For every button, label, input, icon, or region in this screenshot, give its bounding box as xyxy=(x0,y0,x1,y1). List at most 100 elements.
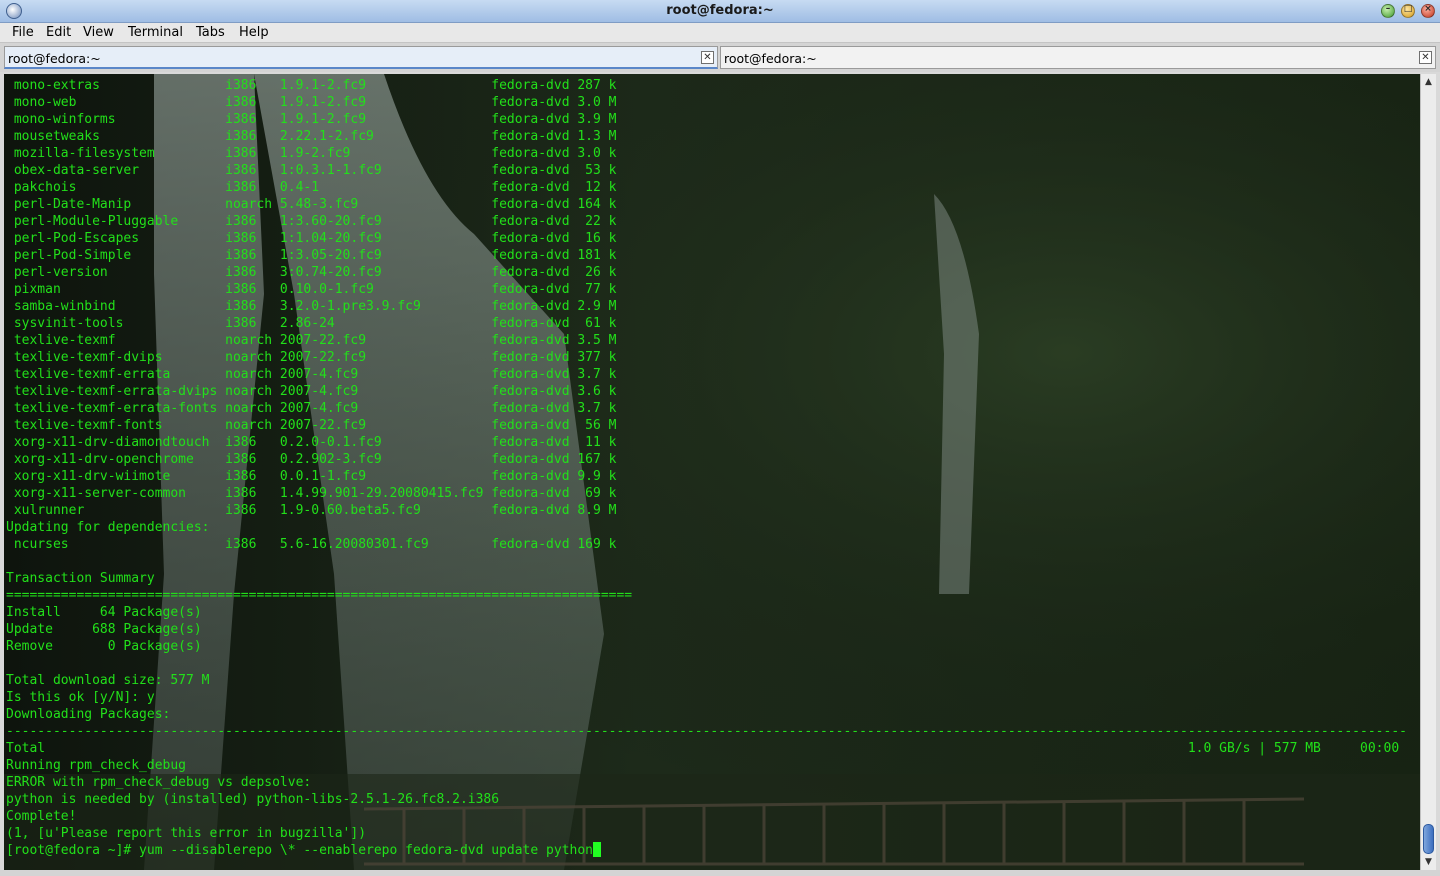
tab-close-icon[interactable]: ✕ xyxy=(701,51,714,64)
terminal-line-text: (1, [u'Please report this error in bugzi… xyxy=(6,826,367,841)
terminal-line: Downloading Packages: xyxy=(6,706,1407,723)
terminal-line-text: Updating for dependencies: xyxy=(6,520,210,535)
terminal-line-text: ncurses i386 5.6-16.20080301.fc9 fedora-… xyxy=(6,537,617,552)
terminal-line-text: mono-extras i386 1.9.1-2.fc9 fedora-dvd … xyxy=(6,78,617,93)
terminal-cursor xyxy=(593,842,601,857)
terminal-line: Total 1.0 GB/s | 577 MB 00:00 xyxy=(6,740,1407,757)
terminal-line-text: texlive-texmf-fonts noarch 2007-22.fc9 f… xyxy=(6,418,617,433)
minimize-button[interactable]: – xyxy=(1381,4,1395,18)
terminal-line-text: Update 688 Package(s) xyxy=(6,622,202,637)
terminal-line-text: xorg-x11-server-common i386 1.4.99.901-2… xyxy=(6,486,617,501)
terminal-line: Complete! xyxy=(6,808,1407,825)
terminal-line-text: perl-Date-Manip noarch 5.48-3.fc9 fedora… xyxy=(6,197,617,212)
maximize-icon: □ xyxy=(1403,4,1413,14)
terminal-line: sysvinit-tools i386 2.86-24 fedora-dvd 6… xyxy=(6,315,1407,332)
terminal-line: pakchois i386 0.4-1 fedora-dvd 12 k xyxy=(6,179,1407,196)
terminal-line-text: pakchois i386 0.4-1 fedora-dvd 12 k xyxy=(6,180,617,195)
window-titlebar[interactable]: root@fedora:~ – □ × xyxy=(0,0,1440,23)
terminal-line-text: ERROR with rpm_check_debug vs depsolve: xyxy=(6,775,312,790)
terminal-line-text: Is this ok [y/N]: y xyxy=(6,690,155,705)
terminal-line: perl-Pod-Simple i386 1:3.05-20.fc9 fedor… xyxy=(6,247,1407,264)
terminal-line: ========================================… xyxy=(6,587,1407,604)
terminal-line-text: texlive-texmf noarch 2007-22.fc9 fedora-… xyxy=(6,333,617,348)
terminal-line: perl-Pod-Escapes i386 1:1.04-20.fc9 fedo… xyxy=(6,230,1407,247)
window-title: root@fedora:~ xyxy=(666,3,774,18)
terminal-line-text: texlive-texmf-errata noarch 2007-4.fc9 f… xyxy=(6,367,617,382)
terminal-line: ERROR with rpm_check_debug vs depsolve: xyxy=(6,774,1407,791)
close-button[interactable]: × xyxy=(1421,4,1435,18)
maximize-button[interactable]: □ xyxy=(1401,4,1415,18)
terminal-line-text: pixman i386 0.10.0-1.fc9 fedora-dvd 77 k xyxy=(6,282,617,297)
terminal-line: Update 688 Package(s) xyxy=(6,621,1407,638)
terminal-line: mozilla-filesystem i386 1.9-2.fc9 fedora… xyxy=(6,145,1407,162)
terminal-output: mono-extras i386 1.9.1-2.fc9 fedora-dvd … xyxy=(6,77,1407,859)
menu-tabs[interactable]: Tabs xyxy=(196,25,225,40)
terminal-line-text: sysvinit-tools i386 2.86-24 fedora-dvd 6… xyxy=(6,316,617,331)
terminal-line-text: texlive-texmf-errata-dvips noarch 2007-4… xyxy=(6,384,617,399)
terminal-line: xorg-x11-drv-diamondtouch i386 0.2.0-0.1… xyxy=(6,434,1407,451)
terminal-line-text: Downloading Packages: xyxy=(6,707,171,722)
terminal-line: xorg-x11-drv-wiimote i386 0.0.1-1.fc9 fe… xyxy=(6,468,1407,485)
terminal-line: xulrunner i386 1.9-0.60.beta5.fc9 fedora… xyxy=(6,502,1407,519)
menu-terminal[interactable]: Terminal xyxy=(128,25,183,40)
scroll-up-icon[interactable]: ▲ xyxy=(1421,75,1436,89)
terminal-line: mono-winforms i386 1.9.1-2.fc9 fedora-dv… xyxy=(6,111,1407,128)
terminal-line: mono-extras i386 1.9.1-2.fc9 fedora-dvd … xyxy=(6,77,1407,94)
terminal-line-text: perl-version i386 3:0.74-20.fc9 fedora-d… xyxy=(6,265,617,280)
scrollbar-thumb[interactable] xyxy=(1423,824,1434,854)
terminal-line-text: Install 64 Package(s) xyxy=(6,605,202,620)
terminal-line: ncurses i386 5.6-16.20080301.fc9 fedora-… xyxy=(6,536,1407,553)
terminal-line: texlive-texmf-errata-dvips noarch 2007-4… xyxy=(6,383,1407,400)
terminal-line-text: Transaction Summary xyxy=(6,571,155,586)
terminal-line: texlive-texmf-dvips noarch 2007-22.fc9 f… xyxy=(6,349,1407,366)
menu-help[interactable]: Help xyxy=(239,25,269,40)
terminal-line-text: obex-data-server i386 1:0.3.1-1.fc9 fedo… xyxy=(6,163,617,178)
terminal-line: python is needed by (installed) python-l… xyxy=(6,791,1407,808)
terminal-line: [root@fedora ~]# yum --disablerepo \* --… xyxy=(6,842,1407,859)
terminal-scrollbar[interactable]: ▲ ▼ xyxy=(1420,74,1436,870)
terminal-line: texlive-texmf noarch 2007-22.fc9 fedora-… xyxy=(6,332,1407,349)
terminal-line-text: texlive-texmf-dvips noarch 2007-22.fc9 f… xyxy=(6,350,617,365)
terminal-line-text: python is needed by (installed) python-l… xyxy=(6,792,500,807)
minimize-icon: – xyxy=(1385,4,1391,14)
terminal-line: texlive-texmf-errata-fonts noarch 2007-4… xyxy=(6,400,1407,417)
terminal-line: pixman i386 0.10.0-1.fc9 fedora-dvd 77 k xyxy=(6,281,1407,298)
terminal-line-text: mono-winforms i386 1.9.1-2.fc9 fedora-dv… xyxy=(6,112,617,127)
terminal-line-text: Remove 0 Package(s) xyxy=(6,639,202,654)
terminal-line-text: texlive-texmf-errata-fonts noarch 2007-4… xyxy=(6,401,617,416)
tab-close-icon[interactable]: ✕ xyxy=(1419,51,1432,64)
tab-terminal-1[interactable]: root@fedora:~ ✕ xyxy=(4,46,718,69)
tab-terminal-2[interactable]: root@fedora:~ ✕ xyxy=(720,46,1436,69)
terminal-line-text: perl-Pod-Simple i386 1:3.05-20.fc9 fedor… xyxy=(6,248,617,263)
terminal-line-text: Total download size: 577 M xyxy=(6,673,210,688)
terminal-line: mousetweaks i386 2.22.1-2.fc9 fedora-dvd… xyxy=(6,128,1407,145)
terminal-line: Transaction Summary xyxy=(6,570,1407,587)
terminal-line: Is this ok [y/N]: y xyxy=(6,689,1407,706)
scroll-down-icon[interactable]: ▼ xyxy=(1421,855,1436,869)
terminal-line: perl-version i386 3:0.74-20.fc9 fedora-d… xyxy=(6,264,1407,281)
terminal-line-text: mousetweaks i386 2.22.1-2.fc9 fedora-dvd… xyxy=(6,129,617,144)
terminal-area[interactable]: mono-extras i386 1.9.1-2.fc9 fedora-dvd … xyxy=(4,74,1420,870)
terminal-line: Install 64 Package(s) xyxy=(6,604,1407,621)
menu-file[interactable]: File xyxy=(12,25,34,40)
terminal-line: texlive-texmf-fonts noarch 2007-22.fc9 f… xyxy=(6,417,1407,434)
menu-edit[interactable]: Edit xyxy=(46,25,71,40)
menu-view[interactable]: View xyxy=(83,25,114,40)
terminal-line-text: mozilla-filesystem i386 1.9-2.fc9 fedora… xyxy=(6,146,617,161)
terminal-line-text: Total 1.0 GB/s | 577 MB 00:00 xyxy=(6,741,1400,756)
tab-label: root@fedora:~ xyxy=(724,51,817,66)
terminal-line-text: mono-web i386 1.9.1-2.fc9 fedora-dvd 3.0… xyxy=(6,95,617,110)
terminal-line-text: samba-winbind i386 3.2.0-1.pre3.9.fc9 fe… xyxy=(6,299,617,314)
terminal-line: samba-winbind i386 3.2.0-1.pre3.9.fc9 fe… xyxy=(6,298,1407,315)
terminal-line-text: perl-Module-Pluggable i386 1:3.60-20.fc9… xyxy=(6,214,617,229)
terminal-line-text: Running rpm_check_debug xyxy=(6,758,187,773)
terminal-line: Remove 0 Package(s) xyxy=(6,638,1407,655)
terminal-line: obex-data-server i386 1:0.3.1-1.fc9 fedo… xyxy=(6,162,1407,179)
terminal-line: texlive-texmf-errata noarch 2007-4.fc9 f… xyxy=(6,366,1407,383)
menubar: File Edit View Terminal Tabs Help xyxy=(0,23,1440,43)
close-icon: × xyxy=(1424,4,1432,14)
terminal-line: Updating for dependencies: xyxy=(6,519,1407,536)
terminal-line-text: perl-Pod-Escapes i386 1:1.04-20.fc9 fedo… xyxy=(6,231,617,246)
